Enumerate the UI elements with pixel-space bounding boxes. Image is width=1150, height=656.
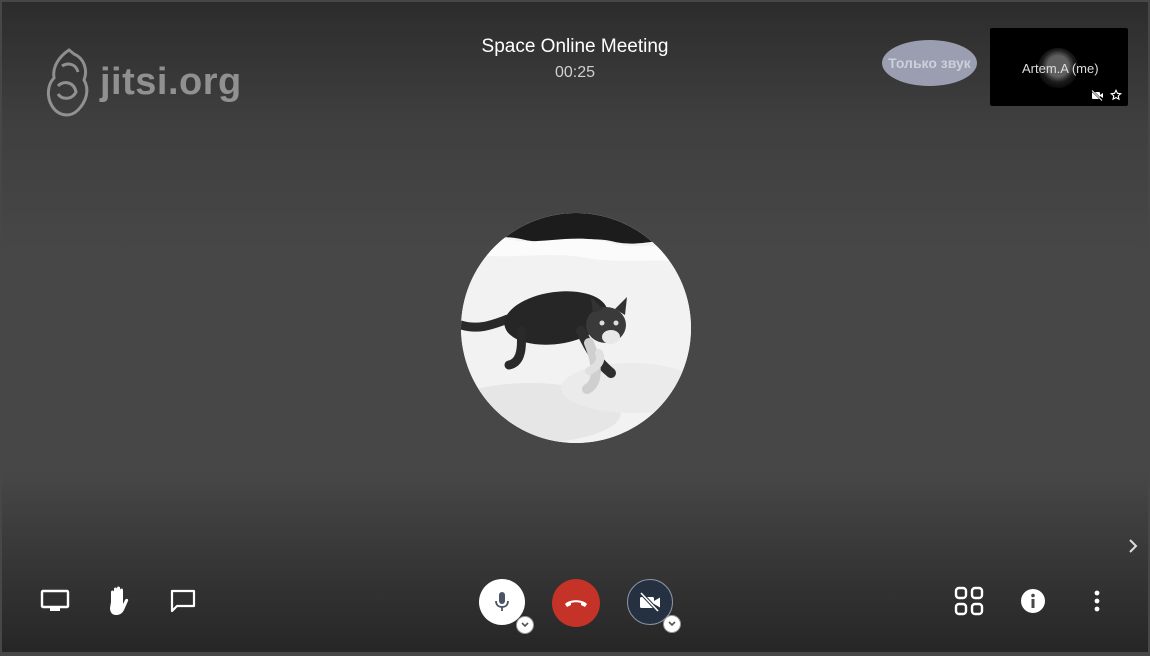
- raise-hand-icon: [110, 586, 129, 615]
- hangup-icon: [565, 600, 587, 607]
- cat-in-snow-avatar: [461, 213, 691, 443]
- microphone-icon: [495, 592, 509, 611]
- video-off-icon: [1091, 89, 1103, 101]
- screen-share-icon: [40, 589, 70, 611]
- audio-only-indicator[interactable]: Только звук: [882, 40, 977, 86]
- info-icon: [1021, 589, 1045, 613]
- video-toggle-button[interactable]: [627, 579, 681, 633]
- chat-icon: [170, 589, 196, 613]
- self-view-thumbnail[interactable]: Artem.A (me): [990, 28, 1128, 106]
- more-options-button[interactable]: [1080, 584, 1114, 618]
- microphone-control: [479, 579, 534, 634]
- tile-view-button[interactable]: [952, 584, 986, 618]
- meeting-title: Space Online Meeting: [481, 36, 669, 57]
- microphone-button[interactable]: [479, 579, 534, 634]
- toolbar-right: [952, 584, 1114, 618]
- hangup-button[interactable]: [552, 579, 600, 627]
- chevron-right-icon[interactable]: [1126, 536, 1140, 556]
- chevron-down-icon: [668, 621, 676, 627]
- more-options-icon: [1094, 590, 1100, 612]
- info-button[interactable]: [1016, 584, 1050, 618]
- star-icon: [1110, 89, 1122, 101]
- screen-share-button[interactable]: [38, 584, 72, 618]
- participant-avatar: [461, 213, 691, 443]
- video-options-button[interactable]: [663, 615, 681, 633]
- video-off-icon: [639, 592, 660, 612]
- audio-only-label: Только звук: [888, 55, 971, 71]
- toolbar-left: [38, 584, 200, 618]
- mic-options-button[interactable]: [516, 616, 534, 634]
- self-view-name: Artem.A (me): [1022, 61, 1099, 76]
- chat-button[interactable]: [166, 584, 200, 618]
- chevron-down-icon: [521, 622, 529, 628]
- self-view-status-icons: [1091, 89, 1122, 101]
- video-control: [627, 579, 681, 633]
- tile-view-icon: [954, 586, 984, 616]
- hangup-control: [552, 579, 600, 627]
- raise-hand-button[interactable]: [102, 584, 136, 618]
- conference-stage: jitsi.org Space Online Meeting 00:25 Тол…: [2, 2, 1148, 652]
